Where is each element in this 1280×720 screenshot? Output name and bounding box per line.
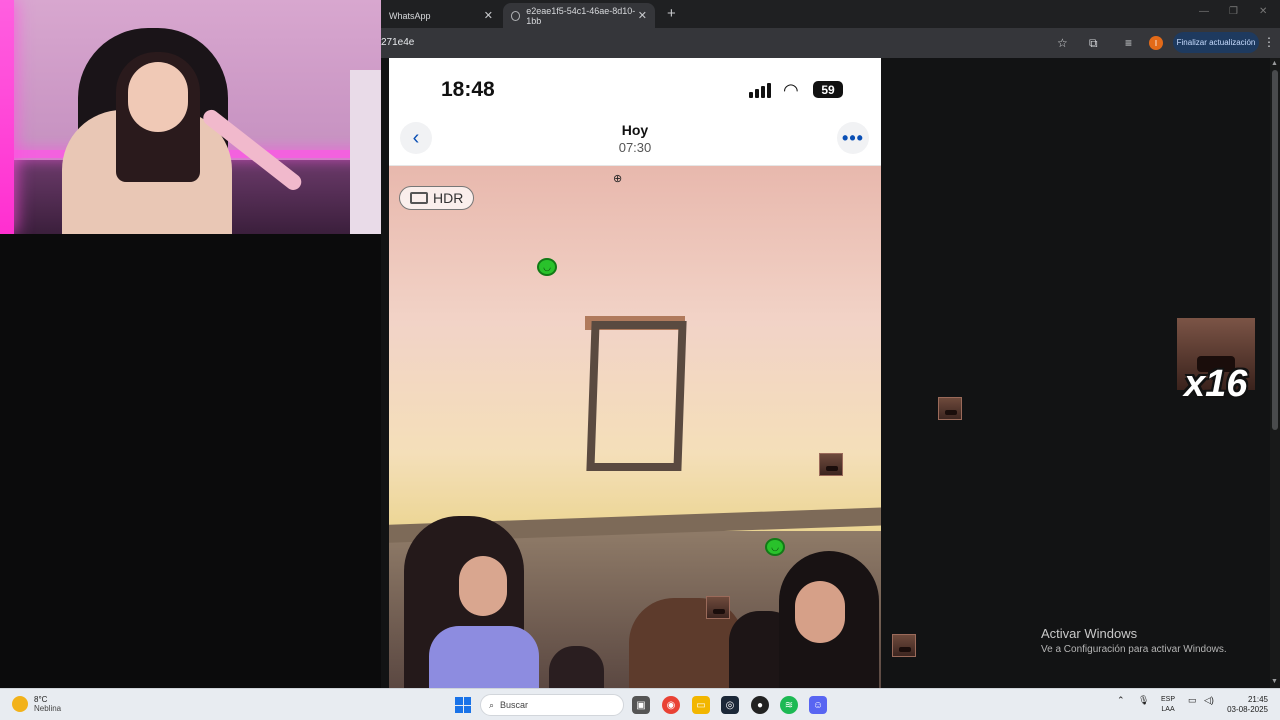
profile-avatar[interactable]: I <box>1149 36 1163 50</box>
minimize-icon[interactable]: — <box>1199 6 1209 17</box>
phone-status-bar: 18:48 ◠ 59 <box>389 58 881 118</box>
address-bar: 271e4e ☆ ⧉ ≡ I Finalizar actualización ⋮ <box>381 28 1280 58</box>
tab-label: WhatsApp <box>389 10 431 21</box>
clock-time: 21:45 <box>1247 695 1268 704</box>
microphone-icon[interactable]: 🎙 <box>1138 695 1149 706</box>
file-explorer-icon[interactable]: ▭ <box>692 696 710 714</box>
scrollbar[interactable]: ▲ ▼ <box>1270 58 1280 688</box>
watermark-subtitle: Ve a Configuración para activar Windows. <box>1041 644 1227 655</box>
maximize-icon[interactable]: ❐ <box>1229 6 1238 17</box>
taskbar-clock[interactable]: 21:45 03-08-2025 <box>1224 695 1268 715</box>
extensions-icon[interactable]: ⧉ <box>1089 36 1098 51</box>
clock-date: 03-08-2025 <box>1227 705 1268 714</box>
tab-image[interactable]: e2eae1f5-54c1-46ae-8d10-1bb ✕ <box>503 3 655 28</box>
monitor-icon <box>410 192 428 204</box>
photo-date-title: Hoy <box>621 122 649 138</box>
person <box>549 646 604 688</box>
obs-icon[interactable]: ● <box>751 696 769 714</box>
task-view-icon[interactable]: ▣ <box>632 696 650 714</box>
emote-multiplier: x16 <box>1184 363 1248 405</box>
more-icon: ••• <box>837 122 869 154</box>
weather-icon <box>12 696 28 712</box>
phone-screenshot: 18:48 ◠ 59 ‹ Hoy 07:30 ••• HDR <box>389 58 881 688</box>
watermark-title: Activar Windows <box>1041 626 1138 641</box>
globe-icon <box>511 10 521 21</box>
wifi-icon: ◠ <box>783 80 799 100</box>
ceiling-lamp <box>586 321 687 471</box>
star-icon[interactable]: ☆ <box>1057 36 1068 50</box>
weather-widget[interactable]: 8°C Neblina <box>12 695 61 713</box>
url-text[interactable]: 271e4e <box>381 37 414 48</box>
face-emote <box>706 596 730 619</box>
new-tab-button[interactable]: + <box>667 5 676 22</box>
scroll-up-icon[interactable]: ▲ <box>1271 60 1278 67</box>
media-icon[interactable]: ≡ <box>1125 36 1132 50</box>
taskbar: 8°C Neblina ⌕ Buscar ▣ ◉ ▭ ◎ ● ≋ ☺ ⌃ 🎙 E… <box>0 688 1280 720</box>
phone-nav-bar: ‹ Hoy 07:30 ••• <box>389 118 881 166</box>
battery-icon: 59 <box>813 81 843 98</box>
menu-icon[interactable]: ⋮ <box>1263 35 1275 49</box>
screen: WhatsApp ✕ e2eae1f5-54c1-46ae-8d10-1bb ✕… <box>0 0 1280 720</box>
chrome-icon[interactable]: ◉ <box>662 696 680 714</box>
spotify-icon[interactable]: ≋ <box>780 696 798 714</box>
windows-start-icon[interactable] <box>455 697 471 713</box>
close-tab-icon[interactable]: ✕ <box>484 9 493 22</box>
face-emote <box>819 453 843 476</box>
weather-desc: Neblina <box>34 704 62 713</box>
green-emote: ◡ <box>537 258 557 276</box>
zoom-cursor-icon: ⊕ <box>613 173 623 185</box>
scroll-down-icon[interactable]: ▼ <box>1271 678 1278 685</box>
hdr-label: HDR <box>433 190 464 206</box>
browser-tab-strip: WhatsApp ✕ e2eae1f5-54c1-46ae-8d10-1bb ✕… <box>381 0 1280 28</box>
status-time: 18:48 <box>441 78 495 101</box>
update-button[interactable]: Finalizar actualización <box>1173 32 1259 53</box>
photo-time-subtitle: 07:30 <box>618 140 652 155</box>
hdr-badge: HDR <box>399 186 475 210</box>
steam-icon[interactable]: ◎ <box>721 696 739 714</box>
signal-icon <box>749 83 771 98</box>
close-window-icon[interactable]: ✕ <box>1259 6 1267 17</box>
network-icon[interactable]: ▭ <box>1188 695 1197 706</box>
weather-temp: 8°C <box>34 695 48 704</box>
webcam-overlay <box>0 0 381 234</box>
search-icon: ⌕ <box>489 699 495 710</box>
tab-label: e2eae1f5-54c1-46ae-8d10-1bb <box>526 5 636 26</box>
discord-icon[interactable]: ☺ <box>809 696 827 714</box>
face-emote <box>892 634 916 657</box>
volume-icon[interactable]: ◁) <box>1204 695 1214 706</box>
search-placeholder: Buscar <box>500 700 529 710</box>
scrollbar-thumb[interactable] <box>1272 70 1278 430</box>
activation-watermark: Activar Windows Ve a Configuración para … <box>1041 626 1227 655</box>
face-emote <box>938 397 962 420</box>
taskbar-search[interactable]: ⌕ Buscar <box>480 694 624 716</box>
green-emote: ◡ <box>765 538 785 556</box>
tab-whatsapp[interactable]: WhatsApp ✕ <box>381 3 501 28</box>
photo: HDR <box>389 166 881 688</box>
tray-chevron-icon[interactable]: ⌃ <box>1117 695 1125 706</box>
language-indicator[interactable]: ESP LAA <box>1161 695 1175 715</box>
close-tab-icon[interactable]: ✕ <box>638 9 647 22</box>
